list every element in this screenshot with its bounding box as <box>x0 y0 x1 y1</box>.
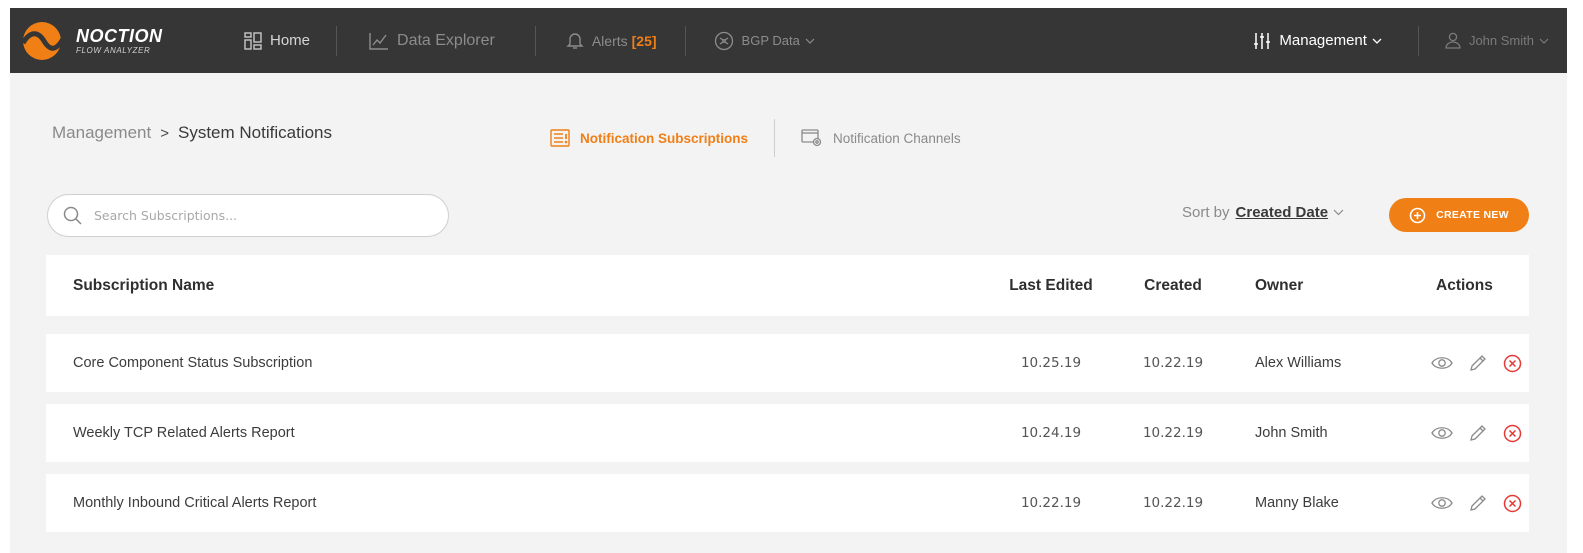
page-title: System Notifications <box>178 123 332 142</box>
eye-icon[interactable] <box>1431 495 1453 511</box>
created-date: 10.22.19 <box>1142 425 1204 441</box>
row-actions <box>1431 404 1536 462</box>
tab-label: Notification Subscriptions <box>580 130 749 146</box>
subscription-name: Monthly Inbound Critical Alerts Report <box>73 495 317 511</box>
alerts-count-badge: [25] <box>631 32 657 49</box>
delete-circle-icon[interactable] <box>1503 494 1522 513</box>
brand-subtitle: FLOW ANALYZER <box>76 45 151 55</box>
chevron-down-icon <box>1372 38 1382 44</box>
last-edited-date: 10.25.19 <box>1020 355 1082 371</box>
nav-management-label: Management <box>1279 32 1367 49</box>
nav-bgp-data[interactable]: BGP Data <box>686 8 823 73</box>
last-edited-date: 10.24.19 <box>1020 425 1082 441</box>
column-header-last-edited[interactable]: Last Edited <box>996 255 1106 316</box>
nav-data-explorer-label: Data Explorer <box>397 31 495 49</box>
noction-logo-icon <box>20 21 64 60</box>
brand-name: NOCTION <box>76 25 163 46</box>
breadcrumb-separator: > <box>160 124 169 142</box>
row-actions <box>1431 474 1536 532</box>
subscription-name: Weekly TCP Related Alerts Report <box>73 425 295 441</box>
app-frame: NOCTION FLOW ANALYZER Home Data Explorer… <box>10 8 1567 553</box>
delete-circle-icon[interactable] <box>1503 354 1522 373</box>
brand[interactable]: NOCTION FLOW ANALYZER <box>10 8 232 73</box>
created-date: 10.22.19 <box>1142 495 1204 511</box>
eye-icon[interactable] <box>1431 355 1453 371</box>
tabs: Notification Subscriptions Notification … <box>550 118 961 158</box>
nav-data-explorer[interactable]: Data Explorer <box>337 8 535 73</box>
column-header-owner[interactable]: Owner <box>1255 255 1303 316</box>
pencil-icon[interactable] <box>1469 354 1487 372</box>
column-header-name[interactable]: Subscription Name <box>73 255 214 316</box>
owner-name: Alex Williams <box>1255 355 1342 371</box>
owner-name: Manny Blake <box>1255 495 1339 511</box>
eye-icon[interactable] <box>1431 425 1453 441</box>
created-date: 10.22.19 <box>1142 355 1204 371</box>
user-icon <box>1445 32 1461 49</box>
dashboard-icon <box>244 31 262 50</box>
bgp-icon <box>714 31 733 50</box>
table-header: Subscription Name Last Edited Created Ow… <box>46 255 1529 316</box>
pencil-icon[interactable] <box>1469 494 1487 512</box>
sort-control[interactable]: Sort by Created Date <box>1182 204 1344 221</box>
create-new-button[interactable]: CREATE NEW <box>1389 198 1529 232</box>
nav-home-label: Home <box>270 32 311 49</box>
table-row[interactable]: Monthly Inbound Critical Alerts Report 1… <box>46 474 1529 532</box>
column-header-created[interactable]: Created <box>1133 255 1213 316</box>
nav-alerts[interactable]: Alerts [25] <box>536 8 685 73</box>
create-new-label: CREATE NEW <box>1436 209 1509 221</box>
last-edited-date: 10.22.19 <box>1020 495 1082 511</box>
search-box[interactable] <box>47 194 449 237</box>
owner-name: John Smith <box>1255 425 1328 441</box>
channel-settings-icon <box>801 129 822 147</box>
table-row[interactable]: Core Component Status Subscription 10.25… <box>46 334 1529 392</box>
search-icon <box>63 206 82 225</box>
breadcrumb-parent[interactable]: Management <box>52 123 151 143</box>
sliders-icon <box>1254 32 1271 49</box>
tab-notification-channels[interactable]: Notification Channels <box>801 129 961 147</box>
tab-label: Notification Channels <box>833 130 961 146</box>
chevron-down-icon <box>1539 38 1549 44</box>
sort-value[interactable]: Created Date <box>1236 204 1329 221</box>
nav-home[interactable]: Home <box>232 8 336 73</box>
nav-management[interactable]: Management <box>1253 8 1418 73</box>
table-row[interactable]: Weekly TCP Related Alerts Report 10.24.1… <box>46 404 1529 462</box>
nav-bgp-label: BGP Data <box>741 33 800 48</box>
nav-right: Management John Smith <box>1253 8 1567 73</box>
search-input[interactable] <box>94 208 414 223</box>
chevron-down-icon <box>1333 209 1344 216</box>
user-menu[interactable]: John Smith <box>1419 8 1567 73</box>
user-name: John Smith <box>1468 33 1534 48</box>
plus-circle-icon <box>1409 207 1426 223</box>
row-actions <box>1431 334 1536 392</box>
column-header-actions: Actions <box>1436 276 1493 294</box>
breadcrumb: Management > System Notifications <box>52 123 332 143</box>
top-nav: NOCTION FLOW ANALYZER Home Data Explorer… <box>10 8 1567 73</box>
pencil-icon[interactable] <box>1469 424 1487 442</box>
list-icon <box>550 129 570 147</box>
tab-divider <box>774 119 776 157</box>
bell-icon <box>566 33 584 49</box>
nav-alerts-label: Alerts <box>591 32 628 49</box>
sort-label: Sort by <box>1182 204 1230 221</box>
tab-notification-subscriptions[interactable]: Notification Subscriptions <box>550 129 748 147</box>
chevron-down-icon <box>805 38 815 44</box>
subscription-name: Core Component Status Subscription <box>73 355 313 371</box>
line-chart-icon <box>369 32 389 50</box>
delete-circle-icon[interactable] <box>1503 424 1522 443</box>
